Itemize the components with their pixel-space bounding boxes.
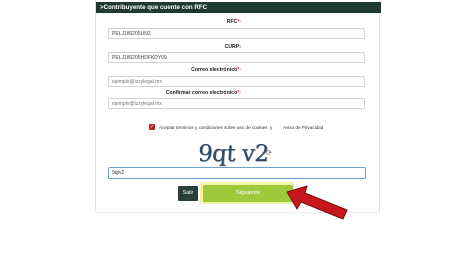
next-button[interactable]: Siguiente <box>203 185 293 202</box>
button-area: Salir Siguiente <box>95 0 380 266</box>
arrow-pointer-icon <box>286 185 348 220</box>
exit-button[interactable]: Salir <box>178 186 198 201</box>
